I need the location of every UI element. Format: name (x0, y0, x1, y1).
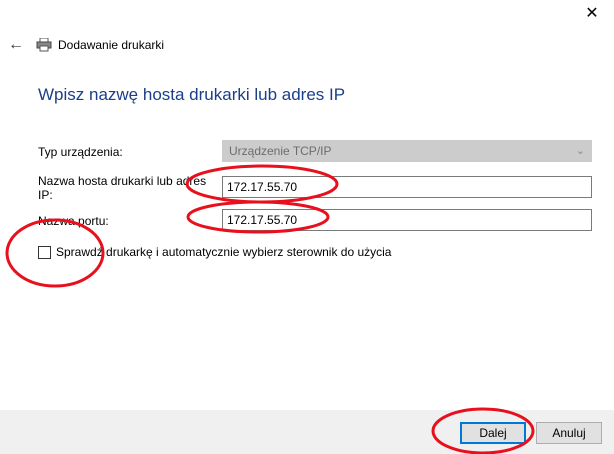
host-label-line1: Nazwa hosta drukarki lub adres (38, 174, 207, 188)
verify-printer-label[interactable]: Sprawdź drukarkę i automatycznie wybierz… (56, 245, 391, 259)
device-type-label: Typ urządzenia: (38, 145, 123, 159)
chevron-down-icon: ⌄ (575, 145, 585, 157)
window-title: Dodawanie drukarki (58, 38, 165, 52)
back-button[interactable]: ← (6, 35, 26, 55)
cancel-button[interactable]: Anuluj (536, 422, 602, 444)
close-icon: ✕ (585, 5, 599, 22)
close-button[interactable]: ✕ (578, 4, 606, 24)
port-label: Nazwa portu: (38, 214, 109, 228)
host-label: Nazwa hosta drukarki lub adres IP: (38, 174, 206, 202)
port-input[interactable]: 172.17.55.70 (222, 209, 592, 231)
page-heading: Wpisz nazwę hosta drukarki lub adres IP (38, 85, 346, 104)
printer-icon (36, 38, 52, 52)
verify-printer-checkbox[interactable] (38, 246, 51, 259)
host-input[interactable]: 172.17.55.70 (222, 176, 592, 198)
device-type-select[interactable]: Urządzenie TCP/IP ⌄ (222, 140, 592, 162)
back-arrow-icon: ← (8, 36, 24, 53)
next-button[interactable]: Dalej (460, 422, 526, 444)
host-label-line2: IP: (38, 188, 53, 202)
device-type-value: Urządzenie TCP/IP (229, 144, 332, 158)
